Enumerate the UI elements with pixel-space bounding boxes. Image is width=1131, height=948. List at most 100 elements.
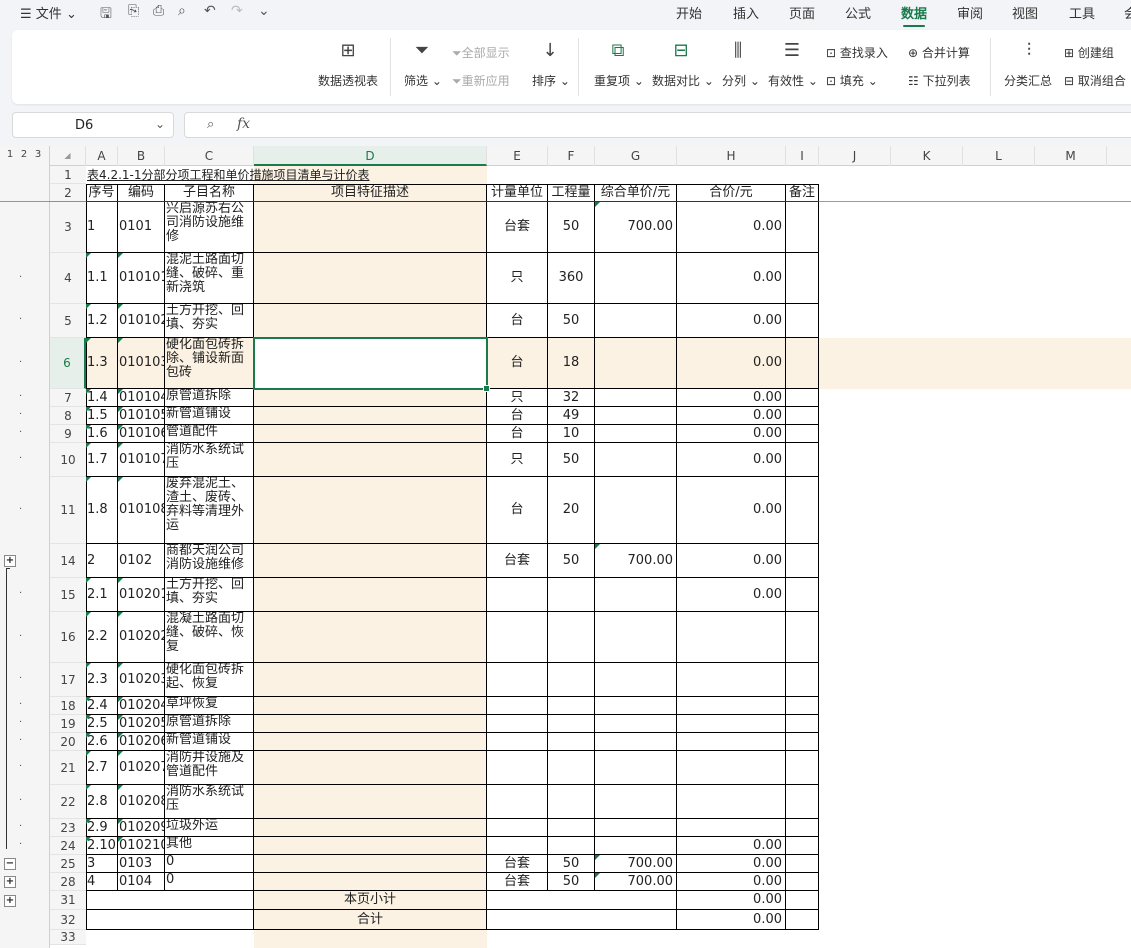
share-icon[interactable]: ⎘ — [128, 3, 139, 19]
save-icon[interactable]: 🖫 — [100, 3, 112, 27]
cell-i10[interactable] — [786, 443, 819, 477]
column-header-a[interactable]: A — [86, 146, 118, 166]
cell-g20[interactable] — [595, 733, 677, 751]
cell-d3[interactable] — [254, 202, 487, 253]
cell-b17[interactable]: 010203 — [118, 663, 165, 697]
expand-group-icon[interactable]: + — [4, 894, 16, 907]
cell-i6[interactable] — [786, 338, 819, 389]
cell-a10[interactable]: 1.7 — [86, 443, 118, 477]
row-header-21[interactable]: 21 — [50, 751, 86, 785]
cell-i15[interactable] — [786, 578, 819, 612]
cell-f6[interactable]: 18 — [548, 338, 595, 389]
cell-e10[interactable]: 只 — [487, 443, 548, 477]
cell-f22[interactable] — [548, 785, 595, 819]
formula-bar[interactable]: ⌕ fx — [184, 112, 1131, 138]
cell-h6[interactable]: 0.00 — [677, 338, 786, 389]
cell-a20[interactable]: 2.6 — [86, 733, 118, 751]
cell-i5[interactable] — [786, 304, 819, 338]
cell-a4[interactable]: 1.1 — [86, 253, 118, 304]
cell-c22[interactable]: 消防水系统试压 — [165, 785, 254, 819]
cell-b28[interactable]: 0104 — [118, 873, 165, 891]
cell-d16[interactable] — [254, 612, 487, 663]
name-box[interactable]: D6 ⌄ — [12, 112, 174, 138]
header-cell-f[interactable]: 工程量 — [548, 184, 595, 202]
cell-c23[interactable]: 垃圾外运 — [165, 819, 254, 837]
duplicates-button[interactable]: 重复项 ⌄ — [594, 72, 644, 89]
cell-f28[interactable]: 50 — [548, 873, 595, 891]
tab-6[interactable]: 审阅 — [957, 3, 983, 22]
cell-g7[interactable] — [595, 389, 677, 407]
cell-b11[interactable]: 010108 — [118, 477, 165, 544]
row-header-15[interactable]: 15 — [50, 578, 86, 612]
cell-g14[interactable]: 700.00 — [595, 544, 677, 578]
cell-f10[interactable]: 50 — [548, 443, 595, 477]
cell-b24[interactable]: 010210 — [118, 837, 165, 855]
cell-d9[interactable] — [254, 425, 487, 443]
cell-g4[interactable] — [595, 253, 677, 304]
cell-c8[interactable]: 新管道铺设 — [165, 407, 254, 425]
cell-g19[interactable] — [595, 715, 677, 733]
more-icon[interactable]: ⌄ — [258, 3, 270, 19]
cell-f24[interactable] — [548, 837, 595, 855]
footer-blank-ac-31[interactable] — [86, 891, 254, 910]
cell-d22[interactable] — [254, 785, 487, 819]
cell-h11[interactable]: 0.00 — [677, 477, 786, 544]
cell-h19[interactable] — [677, 715, 786, 733]
cell-h4[interactable]: 0.00 — [677, 253, 786, 304]
footer-blank-eg-32[interactable] — [487, 910, 677, 930]
cell-d21[interactable] — [254, 751, 487, 785]
cell-b3[interactable]: 0101 — [118, 202, 165, 253]
cell-g9[interactable] — [595, 425, 677, 443]
zoom-search-icon[interactable]: ⌕ — [207, 117, 214, 132]
cell-a16[interactable]: 2.2 — [86, 612, 118, 663]
cell-c15[interactable]: 土方开挖、回填、夯实 — [165, 578, 254, 612]
split-column-button[interactable]: 分列 ⌄ — [722, 72, 760, 89]
cell-h3[interactable]: 0.00 — [677, 202, 786, 253]
expand-group-icon[interactable]: + — [4, 555, 16, 567]
column-header-j[interactable]: J — [819, 146, 891, 166]
column-header-d[interactable]: D — [254, 146, 487, 166]
cell-b7[interactable]: 010104 — [118, 389, 165, 407]
redo-icon[interactable]: ↷ — [231, 3, 243, 19]
cell-h16[interactable] — [677, 612, 786, 663]
cell-i17[interactable] — [786, 663, 819, 697]
row-header-2[interactable]: 2 — [50, 184, 86, 202]
header-cell-c[interactable]: 子目名称 — [165, 184, 254, 202]
cell-g8[interactable] — [595, 407, 677, 425]
row-header-28[interactable]: 28 — [50, 873, 86, 891]
compare-button[interactable]: 数据对比 ⌄ — [652, 72, 714, 89]
cell-b8[interactable]: 010105 — [118, 407, 165, 425]
row-header-6[interactable]: 6 — [50, 338, 86, 389]
cell-g10[interactable] — [595, 443, 677, 477]
cell-e5[interactable]: 台 — [487, 304, 548, 338]
select-all-corner[interactable]: ◢ — [50, 146, 86, 166]
cell-i28[interactable] — [786, 873, 819, 891]
cell-i20[interactable] — [786, 733, 819, 751]
cell-f11[interactable]: 20 — [548, 477, 595, 544]
header-cell-b[interactable]: 编码 — [118, 184, 165, 202]
cell-a17[interactable]: 2.3 — [86, 663, 118, 697]
cell-h22[interactable] — [677, 785, 786, 819]
cell-d15[interactable] — [254, 578, 487, 612]
validity-button[interactable]: 有效性 ⌄ — [768, 72, 818, 89]
tab-4[interactable]: 公式 — [845, 3, 871, 22]
cell-f8[interactable]: 49 — [548, 407, 595, 425]
cell-c19[interactable]: 原管道拆除 — [165, 715, 254, 733]
cell-g22[interactable] — [595, 785, 677, 819]
create-group-button[interactable]: ⊞ 创建组 — [1064, 44, 1114, 61]
cell-d24[interactable] — [254, 837, 487, 855]
cell-e21[interactable] — [487, 751, 548, 785]
table-title[interactable]: 表4.2.1-1分部分项工程和单价措施项目清单与计价表 — [86, 166, 487, 184]
cell-c5[interactable]: 土方开挖、回填、夯实 — [165, 304, 254, 338]
cell-e7[interactable]: 只 — [487, 389, 548, 407]
row-header-19[interactable]: 19 — [50, 715, 86, 733]
cell-a9[interactable]: 1.6 — [86, 425, 118, 443]
cell-h21[interactable] — [677, 751, 786, 785]
cell-d10[interactable] — [254, 443, 487, 477]
cell-d7[interactable] — [254, 389, 487, 407]
cell-f20[interactable] — [548, 733, 595, 751]
cell-e3[interactable]: 台套 — [487, 202, 548, 253]
tab-7[interactable]: 视图 — [1012, 3, 1038, 22]
cell-h14[interactable]: 0.00 — [677, 544, 786, 578]
cell-c21[interactable]: 消防井设施及管道配件 — [165, 751, 254, 785]
